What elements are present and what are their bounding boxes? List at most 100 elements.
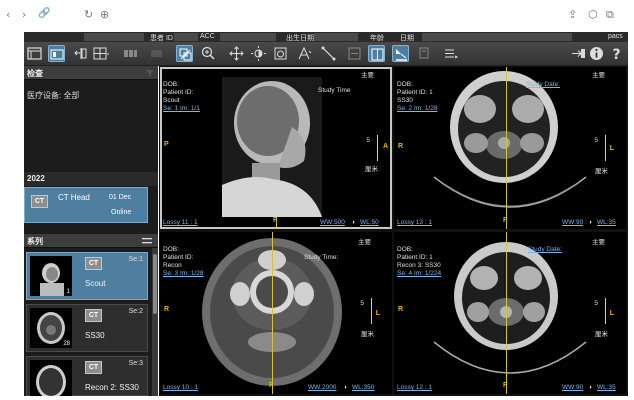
browser-toolbar: ‹ › 🔗 ↻ ⊕ ⇪ ⬡ ⧉ <box>0 0 634 32</box>
compression-link[interactable]: Lossy 11 : 1 <box>163 219 198 226</box>
line-tool-icon[interactable] <box>320 45 337 62</box>
compression-link[interactable]: Lossy 10 : 1 <box>163 384 198 391</box>
window-width[interactable]: WW:2000 <box>308 384 336 391</box>
series-number: Se:1 <box>128 256 143 263</box>
chevron-right-icon[interactable]: › <box>22 8 26 21</box>
reference-line-icon[interactable] <box>392 45 409 62</box>
scale-value: 5 <box>366 137 370 144</box>
chevron-left-icon[interactable]: ‹ <box>6 8 10 21</box>
series-icon[interactable] <box>48 45 65 62</box>
patient-id-label: Patient ID: 1 <box>397 254 433 261</box>
brightness-icon[interactable] <box>250 45 267 62</box>
viewport-4[interactable]: DOB: Patient ID: 1 Recon 3: SS30 Se: 4 I… <box>394 232 626 394</box>
viewport-2[interactable]: DOB: Patient ID: 1 SS30 Se: 2 Im: 1/28 S… <box>394 67 626 229</box>
zoom-icon[interactable] <box>200 45 217 62</box>
viewport-3[interactable]: DOB: Patient ID: Recon Se: 3 Im: 1/28 St… <box>160 232 392 394</box>
scale-value: 5 <box>360 300 364 307</box>
compression-link[interactable]: Lossy 12 : 1 <box>397 384 432 391</box>
orientation-right: L <box>609 145 614 152</box>
series-thumbnail: 1 <box>30 256 72 296</box>
info-icon[interactable] <box>588 45 605 62</box>
cube-icon[interactable]: ⬡ <box>588 8 598 21</box>
window-level[interactable]: WL:35 <box>597 384 616 391</box>
window-level[interactable]: WL:50 <box>360 219 379 226</box>
pan-icon[interactable] <box>228 45 245 62</box>
study-time-label: Study Time: <box>304 254 339 261</box>
contrast-icon: ◑ <box>351 219 355 226</box>
series-name: Recon 2: SS30 <box>85 383 139 392</box>
scale-unit: 厘米 <box>365 166 378 173</box>
series-image-link[interactable]: Se: 2 Im: 1/28 <box>397 105 437 112</box>
menu-icon[interactable] <box>142 238 152 244</box>
crosshair-frame-icon[interactable] <box>368 45 385 62</box>
reference-line <box>506 67 507 229</box>
copy-icon[interactable] <box>416 45 433 62</box>
snapshot-icon[interactable] <box>272 45 289 62</box>
viewport-primary-label: 主要 <box>358 239 371 246</box>
orientation-right: A <box>382 143 388 150</box>
window-width[interactable]: WW:90 <box>562 219 583 226</box>
compression-link[interactable]: Lossy 13 : 1 <box>397 219 432 226</box>
study-date-label: Study Date: <box>526 81 560 88</box>
patient-id-label: Patient ID: 1 <box>397 89 433 96</box>
viewer-toolbar: ? <box>24 42 628 66</box>
scrollbar-thumb[interactable] <box>153 254 157 314</box>
study-time-label: Study Time <box>318 87 351 94</box>
series-modality-badge: CT <box>85 257 102 270</box>
svg-text:?: ? <box>613 47 621 62</box>
frame-icon[interactable] <box>346 45 363 62</box>
scale-bar <box>600 298 606 324</box>
film-grid-icon[interactable] <box>122 45 139 62</box>
link-icon[interactable]: 🔗 <box>38 8 50 19</box>
series-modality-badge: CT <box>85 361 102 374</box>
window-level[interactable]: WL:350 <box>352 384 374 391</box>
patient-info-bar: 患者 ID ACC 出生日期 年龄 日期 pacs <box>24 32 628 42</box>
scale-bar <box>366 298 372 324</box>
orientation-left: P <box>164 141 169 148</box>
orientation-bottom: F <box>503 382 508 389</box>
hidden-tool-icon[interactable] <box>148 45 165 62</box>
series-item-ss30[interactable]: 28 CT Se:2 SS30 <box>26 304 148 352</box>
window-level[interactable]: WL:35 <box>597 219 616 226</box>
series-image-link[interactable]: Se: 4 Im: 1/224 <box>397 270 441 277</box>
reload-icon[interactable]: ↻ <box>84 8 93 21</box>
study-card[interactable]: CT CT Head 01 Dec Online <box>24 187 148 223</box>
scale-bar <box>600 135 606 161</box>
dob-label: DOB: <box>163 246 179 253</box>
layout-icon[interactable] <box>26 45 43 62</box>
study-date-label: Study Date: <box>528 246 562 253</box>
dob-label: DOB: <box>163 81 179 88</box>
measure-icon[interactable] <box>296 45 313 62</box>
series-image-link[interactable]: Se: 3 Im: 1/28 <box>163 270 203 277</box>
series-name-label: Recon <box>163 262 182 269</box>
grid-icon[interactable] <box>92 45 109 62</box>
patient-id-label: Patient ID: <box>163 89 194 96</box>
year-group[interactable]: 2022 <box>24 172 158 186</box>
window-width[interactable]: WW:90 <box>562 384 583 391</box>
window-width[interactable]: WW:500 <box>320 219 345 226</box>
series-thumbnail: 28 <box>30 308 72 348</box>
series-item-scout[interactable]: 1 CT Se:1 Scout <box>26 252 148 300</box>
scale-value: 5 <box>594 137 598 144</box>
viewport-1[interactable]: DOB: Patient ID: Scout Se: 1 Im: 1/1 Stu… <box>160 67 392 229</box>
help-icon[interactable]: ? <box>608 45 625 62</box>
series-item-recon2[interactable]: CT Se:3 Recon 2: SS30 <box>26 356 148 396</box>
reference-line <box>272 232 273 394</box>
series-name-label: Scout <box>163 97 180 104</box>
sync-icon[interactable] <box>176 45 193 62</box>
export-icon[interactable] <box>570 45 587 62</box>
window-icon[interactable]: ⧉ <box>606 8 614 22</box>
series-scrollbar[interactable] <box>152 248 158 396</box>
series-image-link[interactable]: Se: 1 Im: 1/1 <box>163 105 200 112</box>
list-icon[interactable] <box>442 45 459 62</box>
orientation-left: R <box>398 306 404 313</box>
share-icon[interactable]: ⇪ <box>568 8 577 21</box>
scout-image <box>222 77 322 217</box>
modality-filter[interactable]: 医疗设备: 全部 <box>27 90 79 101</box>
exam-header-title: 检查 <box>27 69 43 78</box>
filter-icon[interactable] <box>146 69 154 77</box>
split-icon[interactable] <box>72 45 89 62</box>
series-image-count: 1 <box>66 289 70 295</box>
study-browser-panel: 检查 医疗设备: 全部 2022 CT CT Head 01 Dec Onlin… <box>24 66 158 396</box>
globe-icon[interactable]: ⊕ <box>100 8 109 21</box>
